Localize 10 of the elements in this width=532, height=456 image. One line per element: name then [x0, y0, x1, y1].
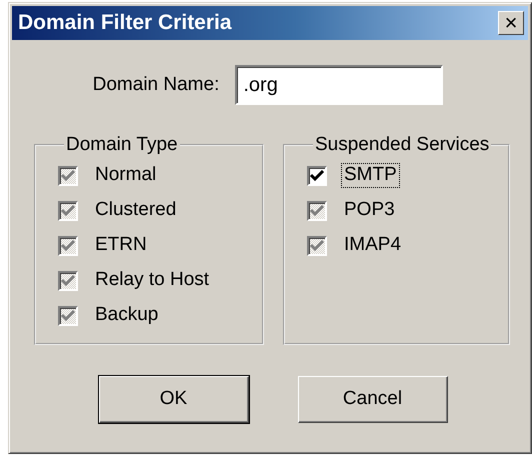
- close-button[interactable]: ×: [498, 11, 524, 35]
- window-title: Domain Filter Criteria: [18, 10, 232, 36]
- domain-name-field[interactable]: .org: [235, 65, 444, 105]
- field-label: Domain Name:: [92, 72, 220, 97]
- checkbox[interactable]: [307, 166, 327, 186]
- checkbox-label[interactable]: SMTP: [341, 163, 400, 188]
- dialog-button[interactable]: Cancel: [298, 376, 448, 423]
- dialog-button[interactable]: OK: [98, 376, 248, 423]
- group-title: Suspended Services: [314, 135, 490, 154]
- group-title: Domain Type: [65, 135, 179, 154]
